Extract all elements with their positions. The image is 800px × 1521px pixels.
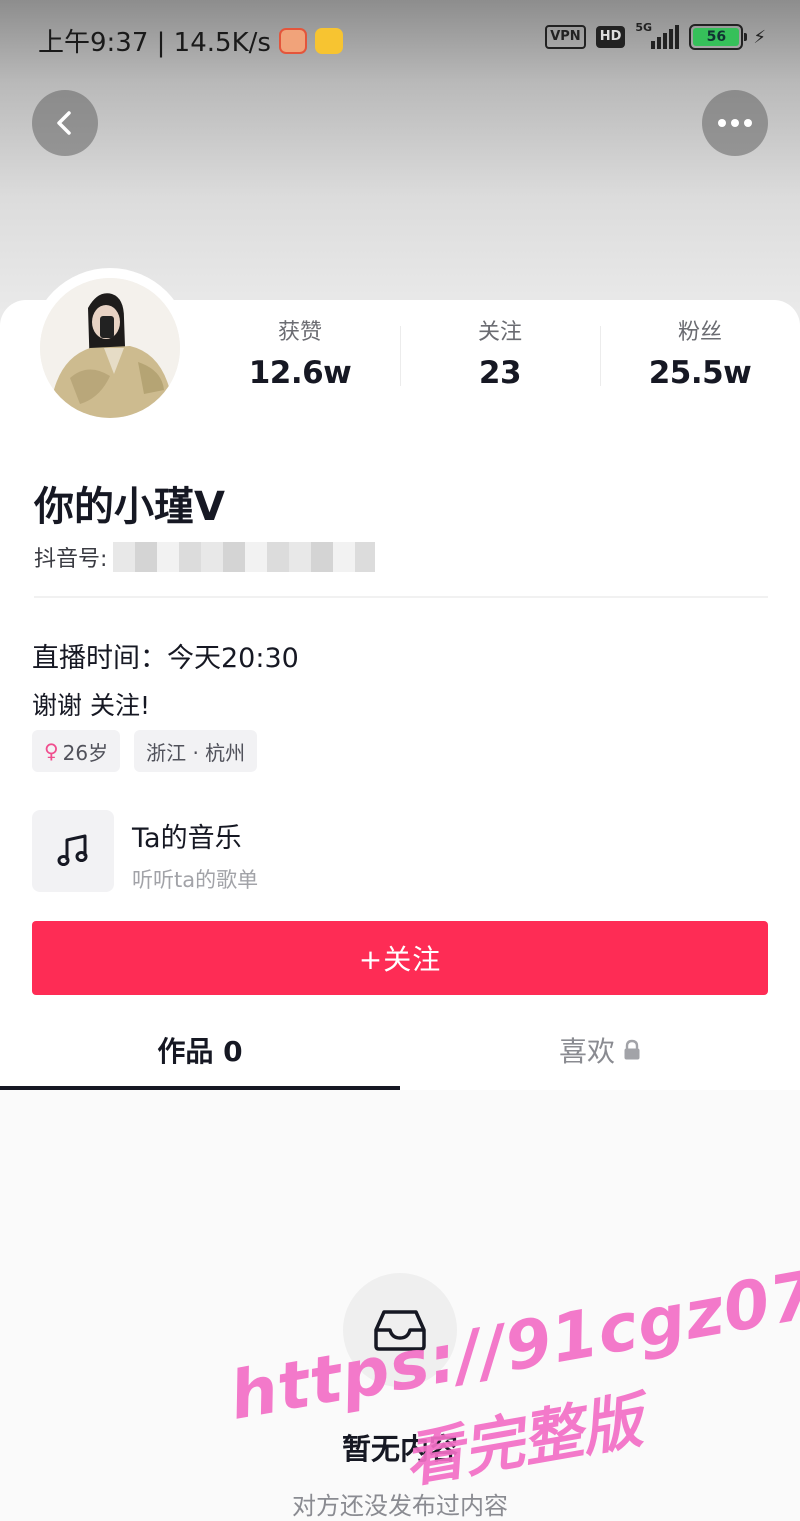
weibo-icon [314,27,343,54]
music-title: Ta的音乐 [132,823,242,854]
follow-button[interactable]: +关注 [32,921,768,995]
location-tag: 浙江 · 杭州 [134,730,258,772]
battery-icon: 56 [689,24,748,50]
more-horizontal-icon [718,119,752,127]
vpn-icon: VPN [545,25,586,49]
inbox-icon [374,1310,426,1351]
signal-icon: 5G [635,21,680,49]
location-tag-label: 浙江 · 杭州 [146,740,246,765]
stat-value: 23 [478,355,522,391]
chevron-left-icon [57,111,71,135]
female-icon: ♀ [44,739,59,763]
age-tag: ♀ 26岁 [32,730,121,772]
lock-icon [624,1039,640,1060]
stat-following[interactable]: 关注 23 [400,316,600,396]
music-subtitle: 听听ta的歌单 [132,868,259,892]
profile-tags: ♀ 26岁 浙江 · 杭州 [32,730,258,772]
stat-label: 粉丝 [677,320,722,345]
stat-label: 关注 [477,320,522,345]
tab-likes[interactable]: 喜欢 [400,1010,800,1090]
notification-app-icon [278,27,307,54]
more-button[interactable] [702,90,768,156]
profile-stats: 获赞 12.6w 关注 23 粉丝 25.5w [200,316,800,396]
network-type: 5G [635,21,653,34]
empty-state-subtitle: 对方还没发布过内容 [292,1492,508,1520]
douyin-id-label: 抖音号: [34,547,108,572]
tab-works-label: 作品 0 [157,1035,243,1068]
content-tabs: 作品 0 喜欢 [0,1010,800,1090]
bio-live-time: 直播时间：今天20:30 [32,643,299,674]
divider [34,596,768,598]
charging-icon: ⚡ [753,26,766,48]
status-left: 上午9:37 | 14.5K/s [38,22,343,59]
tab-works[interactable]: 作品 0 [0,1010,400,1090]
empty-state-title: 暂无内容 [341,1432,458,1466]
profile-name: 你的小瑾V [34,484,225,530]
avatar[interactable] [30,268,190,428]
stat-likes[interactable]: 获赞 12.6w [200,316,400,396]
stat-followers[interactable]: 粉丝 25.5w [600,316,800,396]
douyin-id: 抖音号: [34,541,376,573]
hd-icon: HD [595,26,626,48]
age-tag-label: 26岁 [62,740,109,765]
watermark-url: https://91cgz07.com [224,1224,800,1435]
status-right: VPN HD 5G 56 ⚡ [545,21,766,50]
douyin-id-redacted [113,542,376,572]
music-note-icon [57,834,88,866]
battery-level: 56 [693,28,740,46]
back-button[interactable] [32,90,98,156]
avatar-image [40,278,180,418]
stat-value: 12.6w [248,355,352,391]
empty-state-icon [343,1273,457,1387]
stat-value: 25.5w [648,355,752,391]
bio-thanks: 谢谢 关注! [32,691,150,720]
music-entry[interactable]: Ta的音乐 听听ta的歌单 [32,810,772,894]
stat-label: 获赞 [277,320,322,345]
status-bar: 上午9:37 | 14.5K/s VPN HD 5G 56 ⚡ [0,0,800,76]
status-time: 上午9:37 | 14.5K/s [38,28,271,58]
tab-likes-label: 喜欢 [558,1035,615,1068]
music-icon-box [32,810,114,892]
